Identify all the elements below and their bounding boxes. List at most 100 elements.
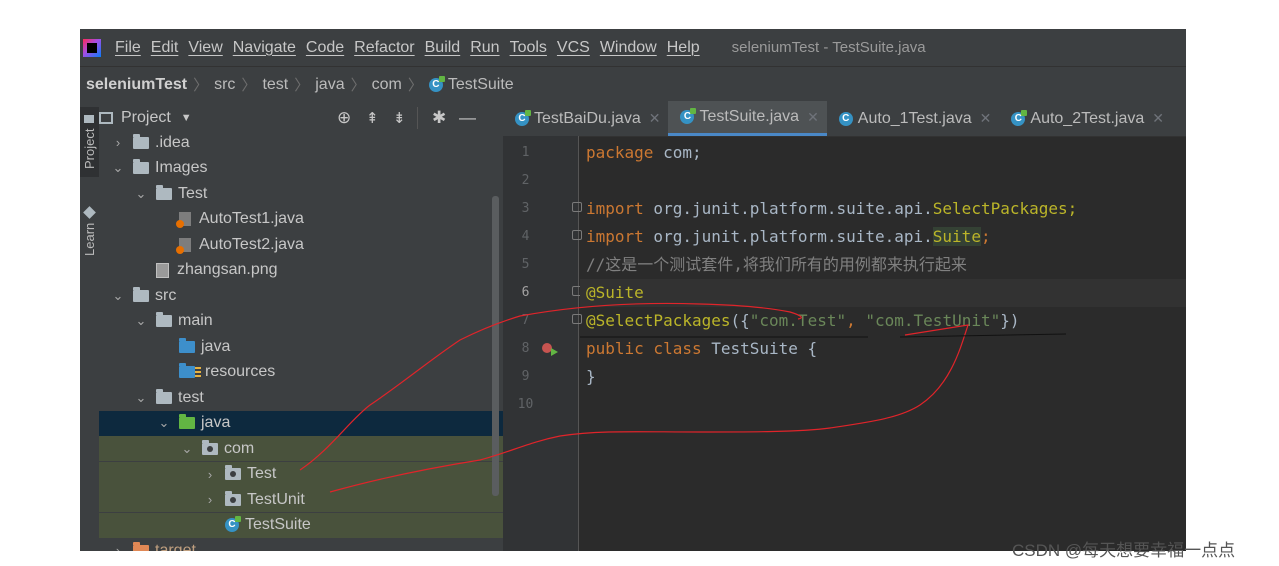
chevron-right-icon[interactable]: › xyxy=(109,543,127,551)
menu-code[interactable]: Code xyxy=(306,39,344,57)
excluded-folder-icon xyxy=(133,541,149,551)
code-token: ({ xyxy=(730,311,750,330)
menu-window[interactable]: Window xyxy=(600,39,657,57)
tree-item-label: com xyxy=(224,439,255,457)
tree-item[interactable]: C TestSuite xyxy=(99,512,503,538)
tree-item-label: Test xyxy=(247,465,277,482)
tree-item[interactable]: › .idea xyxy=(99,130,503,155)
folder-icon xyxy=(156,184,172,200)
line-number: 3 xyxy=(521,201,530,216)
chevron-right-icon[interactable]: › xyxy=(201,492,219,507)
chevron-right-icon[interactable]: › xyxy=(201,467,219,482)
gear-icon[interactable]: ✱ xyxy=(432,108,446,128)
breadcrumb-src[interactable]: src xyxy=(214,76,235,94)
code-token: TestSuite { xyxy=(701,339,818,358)
hide-panel-icon[interactable]: — xyxy=(459,108,476,128)
test-source-folder-icon xyxy=(179,414,195,429)
menu-bar: File Edit View Navigate Code Refactor Bu… xyxy=(80,29,1186,66)
tree-item[interactable]: AutoTest1.java xyxy=(99,207,503,232)
tree-item[interactable]: ⌄ java xyxy=(99,410,503,436)
menu-edit[interactable]: Edit xyxy=(151,39,179,57)
folder-icon xyxy=(156,312,172,327)
tree-item-label: TestSuite xyxy=(245,516,311,533)
breadcrumb: seleniumTest 〉 src 〉 test 〉 java 〉 com 〉… xyxy=(80,66,1186,102)
tree-scrollbar[interactable] xyxy=(492,196,499,496)
code-area[interactable]: package com; import org.junit.platform.s… xyxy=(580,136,1186,551)
tree-item[interactable]: ⌄ main xyxy=(99,309,503,334)
dropdown-arrow-icon[interactable]: ▼ xyxy=(181,112,192,124)
close-icon[interactable]: ✕ xyxy=(1152,110,1164,127)
tree-item[interactable]: java xyxy=(99,334,503,359)
locate-icon[interactable]: ⊕ xyxy=(337,108,351,128)
tree-item[interactable]: zhangsan.png xyxy=(99,258,503,283)
close-icon[interactable]: ✕ xyxy=(807,109,819,126)
learn-tool-tab-label: Learn xyxy=(82,222,97,257)
menu-file[interactable]: File xyxy=(115,39,141,57)
close-icon[interactable]: ✕ xyxy=(649,110,661,127)
line-number: 1 xyxy=(521,145,530,160)
run-test-icon[interactable] xyxy=(541,342,559,356)
code-token: public class xyxy=(586,339,702,358)
menu-refactor[interactable]: Refactor xyxy=(354,39,414,57)
tab-testbaidu[interactable]: C TestBaiDu.java ✕ xyxy=(503,101,668,136)
code-line-3: import org.junit.platform.suite.api.Sele… xyxy=(580,195,1186,223)
chevron-down-icon[interactable]: ⌄ xyxy=(178,441,196,457)
tree-item[interactable]: ⌄ src xyxy=(99,283,503,308)
chevron-down-icon[interactable]: ⌄ xyxy=(132,186,150,202)
menu-view[interactable]: View xyxy=(188,39,222,57)
tab-testsuite[interactable]: C TestSuite.java ✕ xyxy=(668,101,827,136)
breadcrumb-test[interactable]: test xyxy=(262,76,288,94)
learn-tool-tab[interactable]: Learn xyxy=(80,197,99,267)
chevron-right-icon: 〉 xyxy=(193,77,209,94)
tab-auto1test[interactable]: C Auto_1Test.java ✕ xyxy=(827,101,1000,136)
tab-label: Auto_1Test.java xyxy=(857,109,972,127)
tree-item[interactable]: ⌄ com xyxy=(99,436,503,461)
menu-help[interactable]: Help xyxy=(667,39,700,57)
breadcrumb-project[interactable]: seleniumTest xyxy=(86,76,187,94)
breadcrumb-com[interactable]: com xyxy=(372,76,402,94)
menu-vcs[interactable]: VCS xyxy=(557,39,590,57)
ide-window: File Edit View Navigate Code Refactor Bu… xyxy=(80,29,1186,551)
chevron-down-icon[interactable]: ⌄ xyxy=(132,390,150,406)
tree-item[interactable]: › Test xyxy=(99,461,503,487)
tree-item-label: java xyxy=(201,337,231,355)
chevron-down-icon[interactable]: ⌄ xyxy=(155,415,173,431)
project-tool-tab[interactable]: Project xyxy=(80,107,99,177)
java-file-icon xyxy=(176,237,191,254)
chevron-right-icon[interactable]: › xyxy=(109,135,127,150)
image-file-icon xyxy=(156,262,169,278)
tree-item[interactable]: AutoTest2.java xyxy=(99,232,503,257)
menu-tools[interactable]: Tools xyxy=(510,39,547,57)
collapse-all-icon[interactable]: ⇟ xyxy=(393,109,406,127)
tree-item-label: java xyxy=(201,414,231,431)
tree-item[interactable]: ⌄ test xyxy=(99,385,503,410)
chevron-right-icon: 〉 xyxy=(350,77,366,94)
watermark: CSDN @每天想要幸福一点点 xyxy=(1012,541,1236,560)
chevron-down-icon[interactable]: ⌄ xyxy=(132,313,150,329)
breadcrumb-java[interactable]: java xyxy=(315,76,344,94)
menu-run[interactable]: Run xyxy=(470,39,499,57)
tree-item[interactable]: › target xyxy=(99,538,503,551)
package-icon xyxy=(225,490,241,506)
project-panel-title[interactable]: Project xyxy=(121,109,171,127)
code-string: "com.Test" xyxy=(749,311,847,330)
tree-item[interactable]: ⌄ Images xyxy=(99,156,503,181)
chevron-down-icon[interactable]: ⌄ xyxy=(109,160,127,176)
code-line-5: //这是一个测试套件,将我们所有的用例都来执行起来 xyxy=(580,251,1186,279)
menu-build[interactable]: Build xyxy=(425,39,461,57)
menu-navigate[interactable]: Navigate xyxy=(233,39,296,57)
package-icon xyxy=(202,439,218,455)
expand-all-icon[interactable]: ⇞ xyxy=(366,109,379,127)
code-token: @SelectPackages xyxy=(586,311,731,330)
tree-item[interactable]: resources xyxy=(99,360,503,385)
chevron-down-icon[interactable]: ⌄ xyxy=(109,288,127,304)
breadcrumb-file[interactable]: TestSuite xyxy=(448,76,514,94)
tab-label: Auto_2Test.java xyxy=(1030,109,1145,127)
tree-item[interactable]: ⌄ Test xyxy=(99,181,503,206)
close-icon[interactable]: ✕ xyxy=(980,110,992,127)
tab-auto2test[interactable]: C Auto_2Test.java ✕ xyxy=(999,101,1172,136)
package-icon xyxy=(225,465,241,480)
folder-icon xyxy=(156,388,172,404)
tree-item[interactable]: › TestUnit xyxy=(99,487,503,512)
chevron-right-icon: 〉 xyxy=(407,77,423,94)
